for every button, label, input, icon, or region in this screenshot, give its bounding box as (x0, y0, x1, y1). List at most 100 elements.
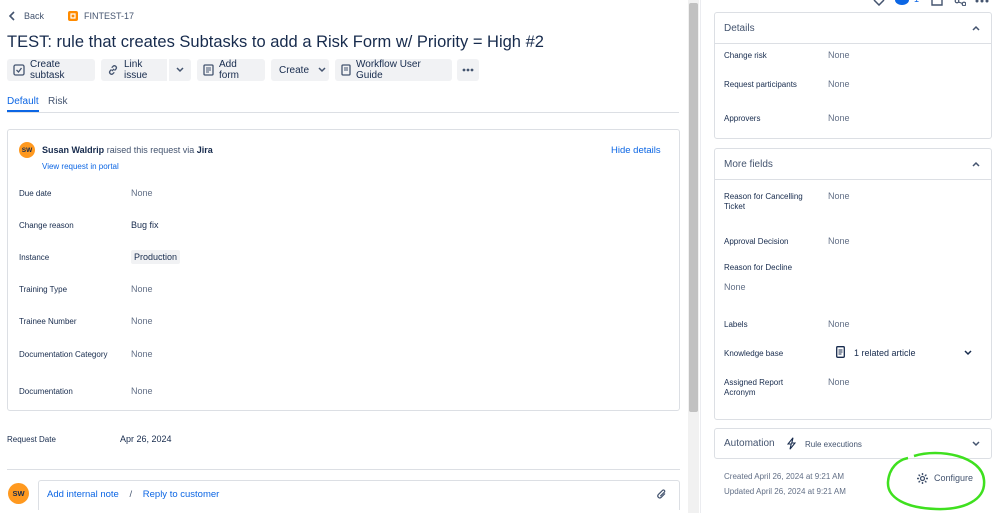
reason-decline-label: Reason for Decline (724, 263, 793, 272)
details-title[interactable]: Details (724, 23, 755, 34)
form-icon (203, 64, 214, 76)
tab-risk-label: Risk (48, 96, 68, 107)
avatar[interactable]: SW (19, 142, 35, 158)
view-portal-link[interactable]: View request in portal (42, 162, 119, 171)
request-participants-value[interactable]: None (828, 79, 850, 89)
create-subtask-label: Create subtask (30, 59, 65, 81)
request-participants-label: Request participants (724, 80, 797, 89)
link-issue-button[interactable]: Link issue (101, 59, 167, 81)
labels-label: Labels (724, 320, 748, 329)
field-value[interactable]: None (131, 349, 153, 359)
comment-actions: Add internal note / Reply to customer (47, 489, 219, 500)
article-icon (836, 346, 845, 358)
reason-cancel-value[interactable]: None (828, 191, 850, 201)
details-divider (715, 43, 991, 44)
tabs-divider (7, 112, 679, 113)
create-label: Create (279, 64, 310, 76)
add-form-label: Add form (219, 59, 239, 81)
change-risk-value[interactable]: None (828, 50, 850, 60)
more-fields-title[interactable]: More fields (724, 159, 773, 170)
reporter-name[interactable]: Susan Waldrip (42, 145, 104, 155)
chevron-down-icon[interactable] (964, 350, 972, 356)
instance-value: Production (134, 252, 178, 262)
attachment-icon[interactable] (656, 488, 668, 501)
automation-title: Automation (724, 438, 775, 449)
add-internal-note-link[interactable]: Add internal note (47, 489, 119, 500)
comment-separator: / (129, 489, 133, 500)
issue-type-icon (68, 11, 79, 21)
field-label: Trainee Number (19, 317, 77, 326)
issue-title[interactable]: TEST: rule that creates Subtasks to add … (7, 33, 544, 52)
approvers-label: Approvers (724, 114, 761, 123)
field-label: Documentation Category (19, 350, 108, 359)
field-value[interactable]: None (131, 188, 153, 198)
chevron-up-icon[interactable] (972, 161, 980, 167)
like-icon[interactable] (931, 0, 943, 6)
tab-risk[interactable]: Risk (48, 96, 67, 107)
document-icon (341, 64, 351, 76)
approval-decision-label: Approval Decision (724, 237, 789, 246)
approval-decision-value[interactable]: None (828, 236, 850, 246)
change-risk-label: Change risk (724, 51, 767, 60)
watch-count-badge[interactable] (895, 0, 909, 5)
add-form-button[interactable]: Add form (197, 59, 265, 81)
hide-details-link[interactable]: Hide details (611, 145, 661, 156)
field-label: Due date (19, 189, 52, 198)
more-icon (462, 68, 474, 72)
back-link[interactable]: Back (24, 11, 44, 21)
request-date-label: Request Date (7, 435, 56, 444)
workflow-guide-label: Workflow User Guide (356, 59, 421, 81)
highlight-circle-annotation (886, 451, 986, 511)
link-icon (107, 64, 119, 76)
chevron-down-icon (318, 67, 326, 73)
field-label: Instance (19, 253, 50, 262)
field-label: Documentation (19, 387, 73, 396)
knowledge-base-value[interactable]: 1 related article (854, 348, 916, 358)
instance-tag[interactable]: Production (131, 250, 181, 264)
breadcrumb: Back FINTEST-17 (8, 9, 134, 23)
tab-default-label: Default (7, 96, 39, 107)
share-icon[interactable] (954, 0, 966, 6)
feedback-icon[interactable] (872, 0, 886, 6)
created-timestamp: Created April 26, 2024 at 9:21 AM (724, 472, 845, 481)
updated-timestamp: Updated April 26, 2024 at 9:21 AM (724, 487, 846, 496)
chevron-up-icon[interactable] (972, 25, 980, 31)
channel-name: Jira (196, 145, 213, 155)
comment-avatar: SW (8, 483, 29, 504)
field-value[interactable]: Bug fix (131, 220, 159, 230)
workflow-guide-button[interactable]: Workflow User Guide (335, 59, 452, 81)
link-issue-dropdown[interactable] (169, 59, 191, 81)
right-column-divider (700, 0, 701, 513)
chevron-down-icon[interactable] (972, 441, 980, 447)
report-acronym-label: Assigned Report Acronym (724, 378, 784, 397)
comment-divider (7, 469, 680, 470)
more-fields-panel: More fields Reason for Cancelling Ticket… (714, 148, 992, 420)
raised-text: raised this request via (106, 145, 195, 155)
field-value[interactable]: None (131, 316, 153, 326)
avatar-initials: SW (21, 146, 33, 154)
reason-decline-value[interactable]: None (724, 282, 746, 292)
watch-count: 1 (914, 0, 919, 4)
request-date-value[interactable]: Apr 26, 2024 (120, 434, 172, 444)
field-label: Change reason (19, 221, 74, 230)
reason-cancel-label: Reason for Cancelling Ticket (724, 192, 803, 211)
field-value[interactable]: None (131, 284, 153, 294)
field-value[interactable]: None (131, 386, 153, 396)
more-icon[interactable] (975, 0, 989, 4)
labels-value[interactable]: None (828, 319, 850, 329)
issue-key-link[interactable]: FINTEST-17 (84, 11, 134, 21)
report-acronym-value[interactable]: None (828, 377, 850, 387)
reply-to-customer-link[interactable]: Reply to customer (143, 489, 220, 500)
details-panel: Details Change risk None Request partici… (714, 12, 992, 139)
request-details-card (7, 129, 680, 411)
knowledge-base-label: Knowledge base (724, 349, 784, 358)
create-button[interactable]: Create (271, 59, 329, 81)
raised-line: Susan Waldrip raised this request via Ji… (42, 145, 213, 155)
comment-avatar-initials: SW (12, 489, 25, 498)
approvers-value[interactable]: None (828, 113, 850, 123)
chevron-left-icon[interactable] (8, 11, 16, 21)
scrollbar-thumb[interactable] (689, 3, 698, 412)
more-actions-button[interactable] (457, 59, 479, 81)
subtask-icon (13, 64, 25, 76)
create-subtask-button[interactable]: Create subtask (7, 59, 95, 81)
